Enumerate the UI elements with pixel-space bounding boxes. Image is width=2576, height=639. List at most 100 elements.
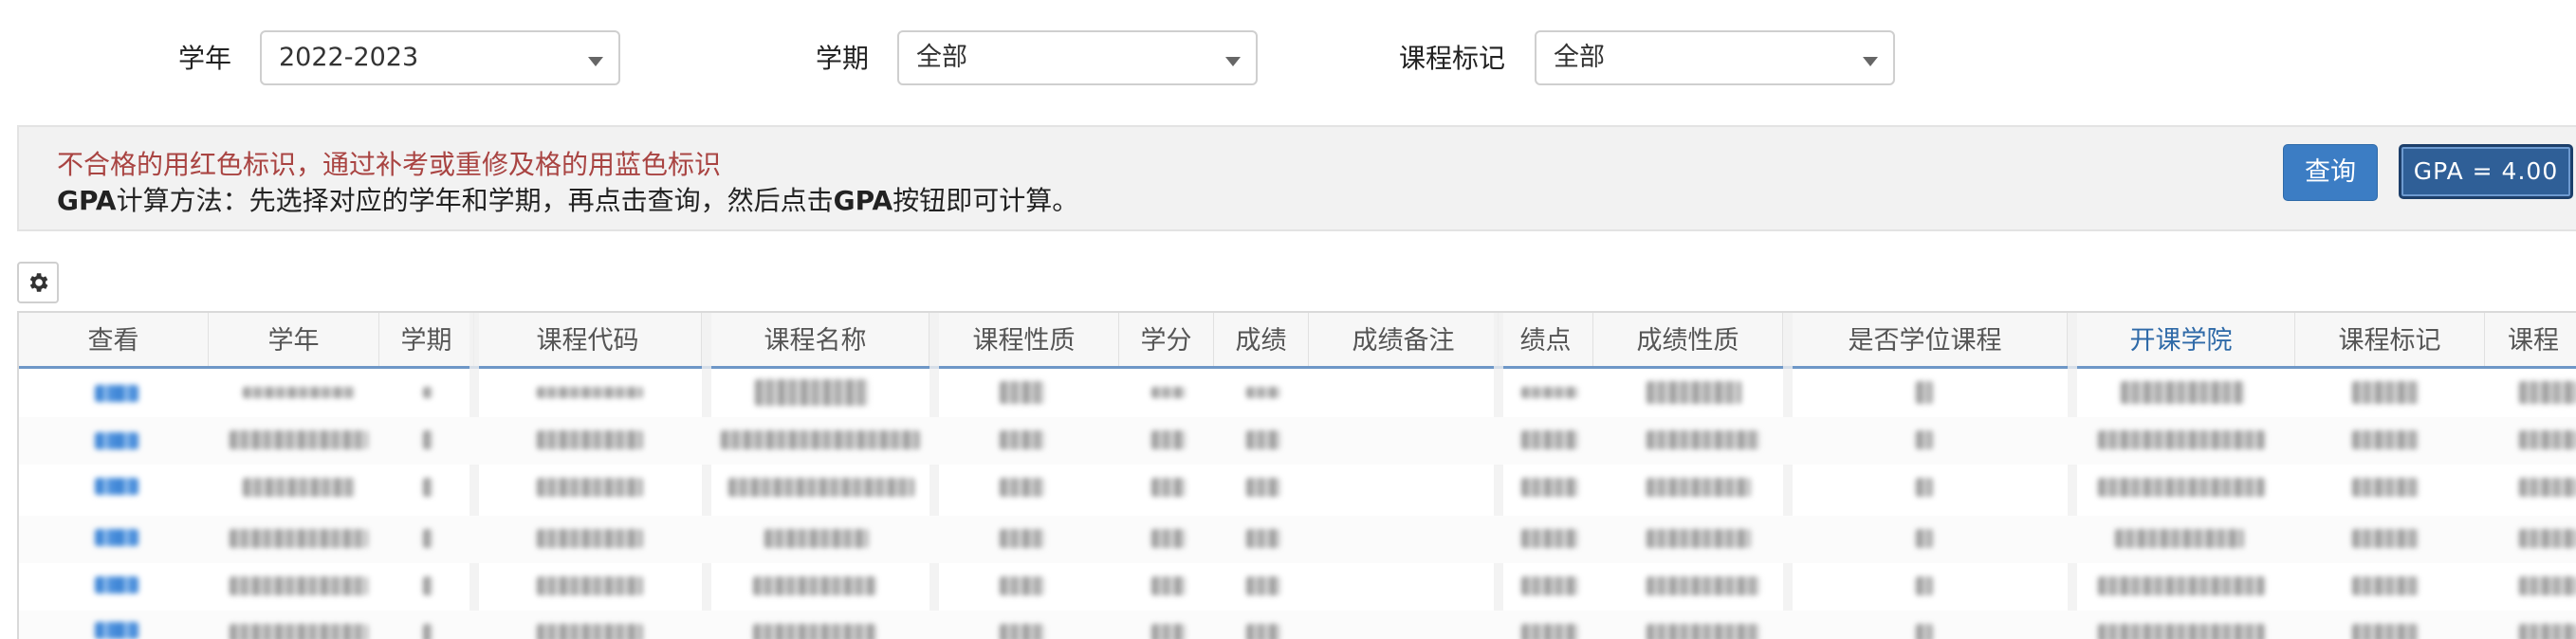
redacted-cell — [1246, 576, 1280, 595]
redacted-cell — [2352, 478, 2419, 497]
view-link[interactable] — [95, 622, 138, 639]
redacted-cell — [2115, 529, 2244, 548]
redacted-cell — [2352, 430, 2419, 449]
redacted-cell — [764, 529, 869, 548]
column-header-credits[interactable]: 学分 — [1119, 313, 1214, 366]
gpa-button[interactable]: GPA = 4.00 — [2399, 144, 2573, 199]
view-link[interactable] — [95, 478, 138, 495]
column-header-score-note[interactable]: 成绩备注 — [1309, 313, 1499, 366]
column-header-course-type[interactable]: 课程性质 — [929, 313, 1119, 366]
redacted-cell — [1521, 576, 1578, 595]
query-button[interactable]: 查询 — [2283, 144, 2378, 201]
redacted-cell — [1521, 430, 1578, 449]
table-row[interactable] — [19, 563, 2576, 611]
column-header-score-type[interactable]: 成绩性质 — [1593, 313, 1783, 366]
redacted-cell — [1000, 576, 1045, 595]
column-header-course-more[interactable]: 课程 — [2485, 313, 2576, 366]
redacted-cell — [2519, 576, 2576, 595]
table-row[interactable] — [19, 611, 2576, 639]
view-link[interactable] — [95, 529, 138, 546]
course-mark-value: 全部 — [1554, 43, 1605, 72]
redacted-cell — [2519, 430, 2576, 449]
redacted-cell — [1151, 478, 1186, 497]
redacted-cell — [1647, 478, 1751, 497]
redacted-cell — [1521, 529, 1578, 548]
redacted-cell — [2352, 381, 2419, 404]
redacted-cell — [537, 478, 643, 497]
redacted-cell — [1246, 478, 1280, 497]
redacted-cell — [1916, 430, 1933, 449]
notice-panel: 不合格的用红色标识，通过补考或重修及格的用蓝色标识 GPA计算方法：先选择对应的… — [17, 125, 2576, 231]
grades-table: 查看 学年 学期 课程代码 课程名称 课程性质 学分 成绩 成绩备注 绩点 成绩… — [17, 311, 2576, 639]
redacted-cell — [423, 529, 432, 548]
view-link[interactable] — [95, 385, 138, 402]
table-row[interactable] — [19, 370, 2576, 417]
chevron-down-icon — [588, 57, 603, 66]
table-row[interactable] — [19, 516, 2576, 563]
column-header-score[interactable]: 成绩 — [1214, 313, 1309, 366]
redacted-cell — [423, 478, 432, 497]
grade-color-legend: 不合格的用红色标识，通过补考或重修及格的用蓝色标识 — [57, 149, 722, 180]
column-header-course-name[interactable]: 课程名称 — [702, 313, 929, 366]
semester-value: 全部 — [916, 43, 967, 72]
redacted-cell — [1151, 576, 1186, 595]
redacted-cell — [230, 430, 368, 449]
course-mark-select[interactable]: 全部 — [1535, 30, 1895, 85]
redacted-cell — [1647, 529, 1751, 548]
redacted-cell — [2519, 529, 2576, 548]
redacted-cell — [537, 387, 643, 398]
chevron-down-icon — [1225, 57, 1241, 66]
redacted-cell — [2352, 529, 2419, 548]
table-row[interactable] — [19, 417, 2576, 465]
gear-icon — [29, 273, 48, 292]
redacted-cell — [230, 576, 368, 595]
redacted-cell — [1151, 387, 1186, 398]
redacted-cell — [2352, 576, 2419, 595]
redacted-cell — [1246, 387, 1280, 398]
redacted-cell — [1647, 576, 1760, 595]
course-mark-label: 课程标记 — [1399, 43, 1506, 74]
table-header: 查看 学年 学期 课程代码 课程名称 课程性质 学分 成绩 成绩备注 绩点 成绩… — [19, 313, 2576, 369]
column-header-college[interactable]: 开课学院 — [2068, 313, 2295, 366]
column-header-degree-course[interactable]: 是否学位课程 — [1783, 313, 2068, 366]
redacted-cell — [2098, 576, 2265, 595]
redacted-cell — [230, 529, 368, 548]
redacted-cell — [1151, 529, 1186, 548]
redacted-cell — [721, 430, 920, 449]
academic-year-select[interactable]: 2022-2023 — [260, 30, 620, 85]
redacted-cell — [1000, 478, 1045, 497]
redacted-cell — [2098, 478, 2265, 497]
column-header-semester[interactable]: 学期 — [379, 313, 474, 366]
semester-select[interactable]: 全部 — [897, 30, 1258, 85]
view-link[interactable] — [95, 432, 138, 449]
redacted-cell — [1000, 381, 1045, 404]
redacted-cell — [1000, 529, 1045, 548]
redacted-cell — [728, 478, 914, 497]
redacted-cell — [1246, 529, 1280, 548]
view-link[interactable] — [95, 576, 138, 593]
filter-bar: 学年 2022-2023 学期 全部 课程标记 全部 — [0, 0, 2576, 125]
table-row[interactable] — [19, 465, 2576, 512]
redacted-cell — [753, 576, 876, 595]
redacted-cell — [2098, 430, 2265, 449]
table-settings-button[interactable] — [17, 262, 59, 303]
redacted-cell — [1521, 478, 1578, 497]
gpa-instructions: GPA计算方法：先选择对应的学年和学期，再点击查询，然后点击GPA按钮即可计算。 — [57, 185, 1079, 216]
redacted-cell — [537, 529, 643, 548]
redacted-cell — [423, 430, 432, 449]
redacted-cell — [2519, 381, 2576, 404]
redacted-cell — [1151, 430, 1186, 449]
column-header-view[interactable]: 查看 — [19, 313, 209, 366]
column-header-course-code[interactable]: 课程代码 — [474, 313, 702, 366]
chevron-down-icon — [1863, 57, 1878, 66]
academic-year-label: 学年 — [178, 43, 232, 74]
redacted-cell — [2519, 478, 2576, 497]
column-header-grade-point[interactable]: 绩点 — [1499, 313, 1593, 366]
redacted-cell — [1916, 381, 1933, 404]
column-header-year[interactable]: 学年 — [209, 313, 379, 366]
redacted-cell — [243, 387, 355, 398]
column-header-course-mark[interactable]: 课程标记 — [2295, 313, 2485, 366]
redacted-cell — [755, 379, 869, 406]
redacted-cell — [1916, 478, 1933, 497]
redacted-cell — [537, 430, 643, 449]
